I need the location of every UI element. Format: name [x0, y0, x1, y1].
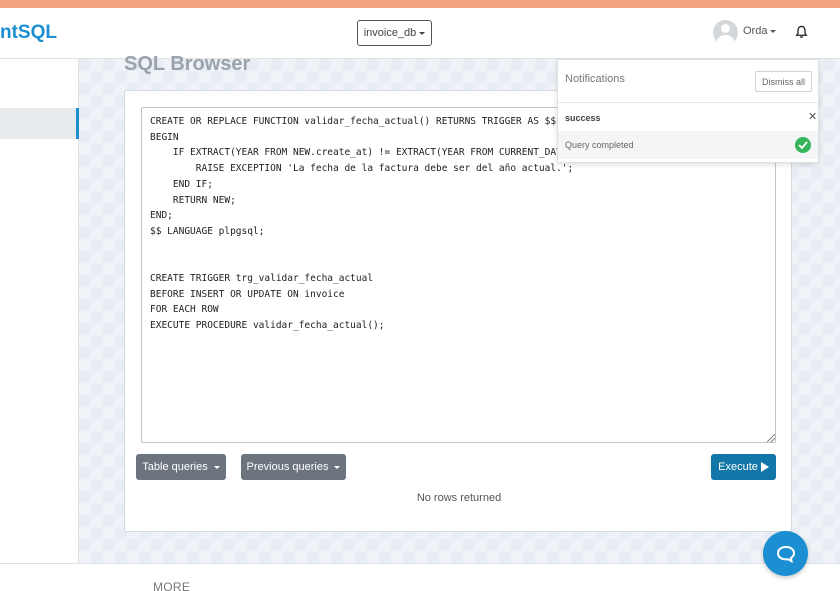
chat-bubble-icon	[776, 545, 795, 563]
user-menu[interactable]: Orda	[743, 25, 777, 37]
database-selector[interactable]: invoice_db	[357, 20, 432, 46]
chat-support-button[interactable]	[763, 531, 808, 576]
close-icon[interactable]: ✕	[808, 110, 817, 123]
previous-queries-label: Previous queries	[246, 461, 329, 473]
previous-queries-button[interactable]: Previous queries	[241, 454, 346, 480]
table-queries-button[interactable]: Table queries	[136, 454, 226, 480]
user-name-label: Orda	[743, 25, 768, 37]
chevron-down-icon	[419, 31, 426, 35]
result-message: No rows returned	[416, 492, 502, 504]
check-circle-icon	[795, 137, 811, 153]
notifications-panel: Notifications Dismiss all success ✕ Quer…	[557, 59, 819, 163]
footer: MORE	[0, 563, 840, 591]
notifications-title: Notifications	[565, 73, 625, 85]
database-selector-label: invoice_db	[363, 27, 417, 39]
top-navbar: ntSQL invoice_db Orda	[0, 8, 840, 59]
app-brand-logo[interactable]: ntSQL	[0, 22, 57, 44]
page-title: SQL Browser	[124, 53, 251, 75]
more-link[interactable]: MORE	[153, 580, 190, 591]
dismiss-all-button[interactable]: Dismiss all	[755, 71, 812, 92]
bell-icon[interactable]	[795, 25, 808, 39]
sidebar	[0, 59, 79, 563]
table-queries-label: Table queries	[142, 461, 208, 473]
divider	[558, 102, 818, 103]
sidebar-item-active[interactable]	[0, 108, 79, 139]
user-avatar[interactable]	[713, 20, 738, 45]
chevron-down-icon	[334, 465, 341, 469]
resize-handle-icon[interactable]	[767, 434, 775, 442]
play-icon	[760, 462, 769, 472]
notification-message: Query completed	[565, 140, 634, 150]
chevron-down-icon	[213, 465, 220, 469]
chevron-down-icon	[770, 29, 777, 33]
notification-status: success	[565, 113, 601, 123]
top-accent-strip	[0, 0, 840, 8]
notification-item: Query completed	[558, 131, 818, 159]
execute-button[interactable]: Execute	[711, 454, 776, 480]
execute-label: Execute	[718, 461, 758, 473]
